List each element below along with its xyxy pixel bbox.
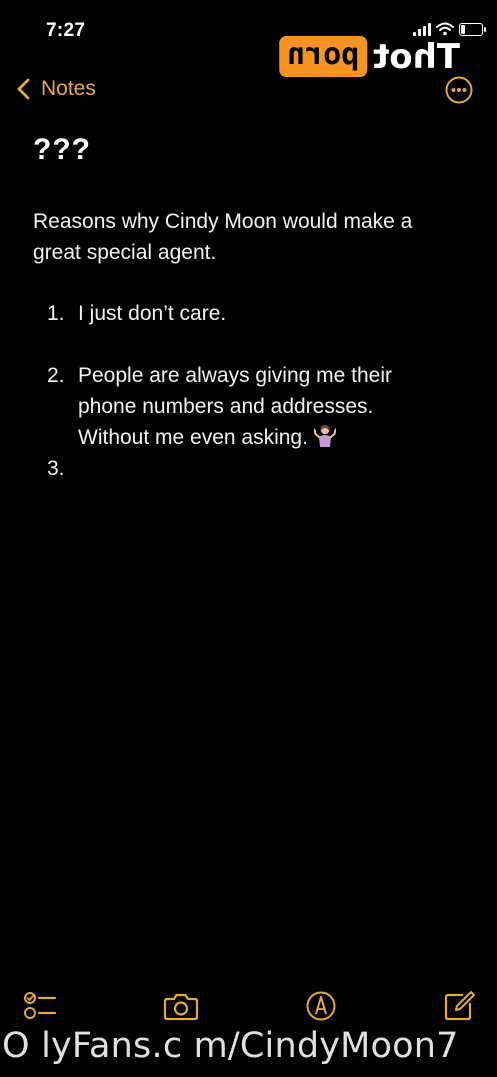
battery-icon xyxy=(459,22,486,36)
status-icons xyxy=(413,22,486,36)
list-item-text[interactable]: People are always giving me their phone … xyxy=(78,364,392,449)
list-item-number: 1. xyxy=(47,302,65,325)
watermark-logo-box: porn xyxy=(279,36,368,77)
ellipsis-circle-icon[interactable] xyxy=(444,75,474,105)
camera-icon[interactable] xyxy=(163,990,199,1022)
note-intro[interactable]: Reasons why Cindy Moon would make a grea… xyxy=(33,206,463,268)
list-item[interactable]: 1. I just don’t care. xyxy=(47,298,447,329)
compose-icon[interactable] xyxy=(442,990,478,1022)
list-item-text[interactable]: I just don’t care. xyxy=(78,298,226,329)
list-item[interactable]: 2. People are always giving me their pho… xyxy=(47,360,447,453)
list-item-content[interactable]: People are always giving me their phone … xyxy=(78,360,447,453)
list-item-number: 3. xyxy=(47,457,65,480)
back-button[interactable]: Notes xyxy=(10,74,96,104)
note-title[interactable]: ??? xyxy=(33,133,91,167)
bottom-watermark: O lyFans.c m/CindyMoon7 xyxy=(2,1026,459,1066)
list-item-number: 2. xyxy=(47,364,65,387)
signal-icon xyxy=(413,22,431,36)
shrug-emoji-icon xyxy=(313,425,336,447)
numbered-list[interactable]: 1. I just don’t care. 2. People are alwa… xyxy=(47,298,447,484)
watermark-logo: porn Thot xyxy=(279,36,460,77)
markup-pen-icon[interactable] xyxy=(303,990,339,1022)
list-item[interactable]: 3. xyxy=(47,453,447,484)
watermark-logo-text: Thot xyxy=(373,36,461,77)
status-time: 7:27 xyxy=(46,20,86,41)
chevron-left-icon xyxy=(17,78,30,100)
checklist-icon[interactable] xyxy=(22,990,58,1022)
back-label: Notes xyxy=(41,77,96,100)
wifi-icon xyxy=(436,22,454,36)
